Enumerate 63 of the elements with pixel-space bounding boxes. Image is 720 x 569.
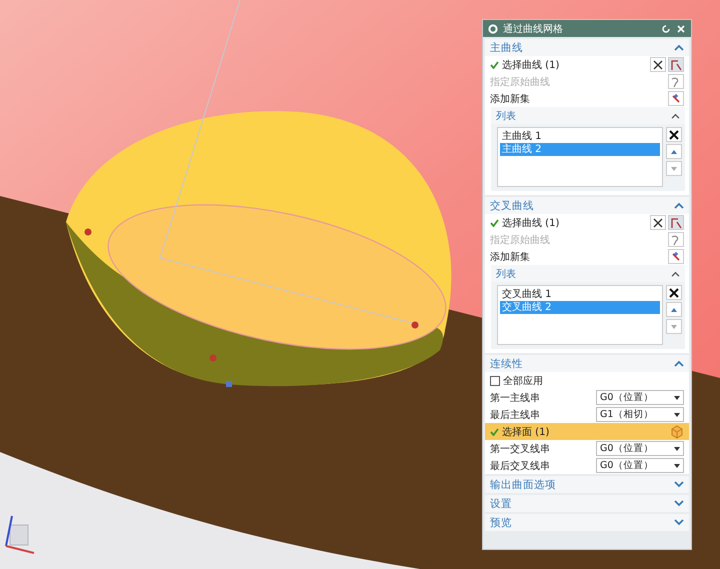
collapse-chevron-icon[interactable] [671, 112, 680, 118]
move-up-button[interactable] [666, 302, 682, 317]
caret-icon [674, 396, 680, 400]
section-header[interactable]: 交叉曲线 [485, 197, 689, 214]
list-item[interactable]: 交叉曲线 2 [500, 301, 660, 314]
caret-icon [674, 464, 680, 468]
section-header[interactable]: 设置 [485, 495, 689, 512]
continuity-dropdown[interactable]: G0（位置） [596, 390, 684, 405]
continuity-label: 最后交叉线串 [490, 460, 550, 472]
section-header[interactable]: 连续性 [485, 355, 689, 372]
curve-select-button[interactable] [668, 57, 684, 72]
caret-icon [674, 446, 680, 450]
curve-icon [670, 58, 682, 70]
expand-chevron-icon[interactable] [674, 481, 684, 488]
section-header[interactable]: 输出曲面选项 [485, 476, 689, 493]
select-curve-label: 选择曲线 (1) [502, 58, 560, 72]
remove-icon [668, 128, 680, 140]
dialog-title: 通过曲线网格 [503, 22, 564, 36]
deselect-button[interactable] [650, 57, 666, 72]
select-face-label: 选择面 (1) [502, 426, 550, 438]
collapse-chevron-icon[interactable] [671, 270, 680, 276]
select-curve-label: 选择曲线 (1) [502, 216, 560, 230]
origin-curve-label: 指定原始曲线 [490, 76, 550, 88]
deselect-button[interactable] [650, 215, 666, 230]
continuity-label: 第一主线串 [490, 392, 540, 404]
add-icon [670, 250, 682, 262]
caret-icon [674, 412, 680, 416]
section-header[interactable]: 预览 [485, 514, 689, 531]
cross-icon [652, 58, 664, 70]
remove-button[interactable] [666, 127, 682, 142]
add-set-label: 添加新集 [490, 92, 530, 106]
add-set-button[interactable] [668, 91, 684, 106]
apply-all-checkbox[interactable]: 全部应用 [490, 374, 543, 388]
move-up-button[interactable] [666, 144, 682, 159]
continuity-dropdown[interactable]: G0（位置） [596, 441, 684, 456]
expand-chevron-icon[interactable] [674, 519, 684, 526]
section-header[interactable]: 主曲线 [485, 39, 689, 56]
origin-curve-label: 指定原始曲线 [490, 234, 550, 246]
list-item[interactable]: 交叉曲线 1 [500, 288, 660, 301]
list-item[interactable]: 主曲线 1 [500, 130, 660, 143]
continuity-label: 最后主线串 [490, 408, 540, 422]
add-set-label: 添加新集 [490, 250, 530, 264]
collapse-chevron-icon[interactable] [674, 202, 684, 209]
cross-icon [652, 216, 664, 228]
collapse-chevron-icon[interactable] [674, 360, 684, 367]
list-item[interactable]: 主曲线 2 [500, 143, 660, 156]
continuity-dropdown[interactable]: G1（相切） [596, 407, 684, 422]
continuity-dropdown[interactable]: G0（位置） [596, 458, 684, 473]
remove-icon [668, 286, 680, 298]
close-icon[interactable] [676, 24, 686, 34]
curve-icon [670, 216, 682, 228]
axis-triad-icon [5, 516, 34, 554]
remove-button[interactable] [666, 285, 682, 300]
reset-icon[interactable] [661, 24, 671, 34]
select-face-row[interactable]: 选择面 (1) [485, 423, 689, 440]
expand-chevron-icon[interactable] [674, 500, 684, 507]
list-header[interactable]: 列表 [491, 107, 685, 124]
curve-select-button[interactable] [668, 215, 684, 230]
continuity-label: 第一交叉线串 [490, 442, 550, 456]
collapse-chevron-icon[interactable] [674, 44, 684, 51]
list-header[interactable]: 列表 [491, 265, 685, 282]
add-set-button[interactable] [668, 249, 684, 264]
add-icon [670, 92, 682, 104]
